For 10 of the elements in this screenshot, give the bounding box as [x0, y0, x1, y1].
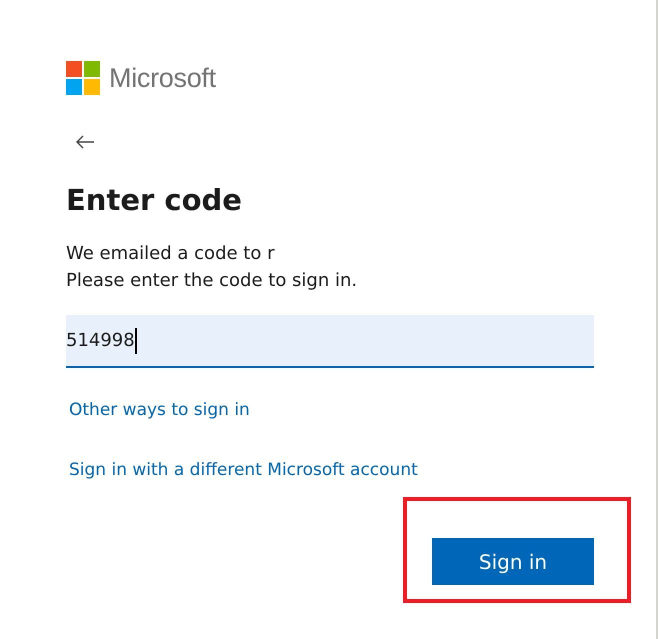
message-text: Please enter the code to sign in.	[66, 269, 358, 293]
link[interactable]: Sign in with a different Microsoft account	[69, 458, 418, 482]
message-text: We emailed a code to r	[66, 242, 274, 266]
sign-in-button[interactable]: Sign in	[432, 538, 594, 585]
code-input-field[interactable]: 514998	[66, 315, 594, 368]
four-squares-logo-icon	[66, 61, 100, 95]
back-arrow-icon	[75, 135, 95, 149]
link[interactable]: Other ways to sign in	[69, 398, 250, 422]
brand-name: Microsoft	[109, 62, 216, 94]
page-title: Enter code	[66, 182, 243, 218]
